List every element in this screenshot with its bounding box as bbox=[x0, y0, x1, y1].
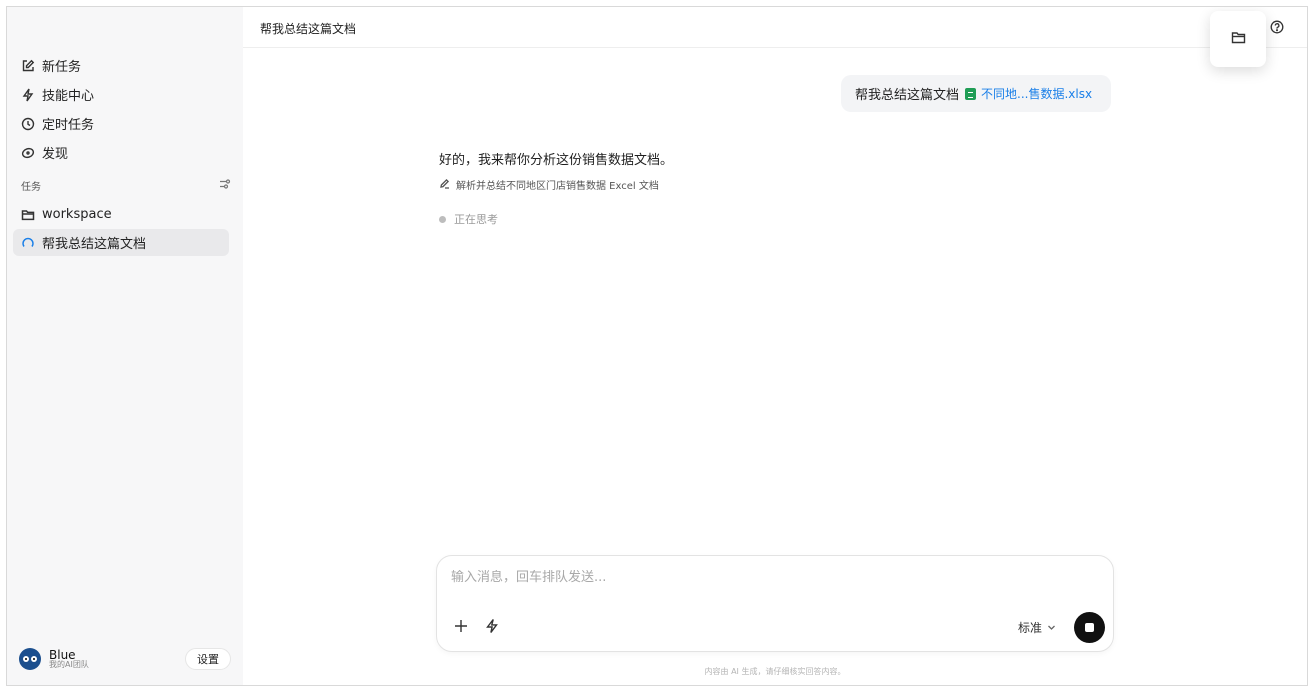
sidebar-item-label: 技能中心 bbox=[42, 89, 95, 104]
mode-label: 标准 bbox=[1018, 621, 1043, 635]
filter-icon[interactable] bbox=[219, 178, 231, 193]
plus-icon bbox=[455, 620, 467, 632]
ai-disclaimer: 内容由 AI 生成，请仔细核实回答内容。 bbox=[704, 667, 846, 676]
top-bar: 帮我总结这篇文档 bbox=[243, 7, 1307, 48]
loading-spinner-icon bbox=[21, 236, 35, 250]
thinking-dot-icon bbox=[439, 215, 446, 223]
assistant-message-text: 好的，我来帮你分析这份销售数据文档。 bbox=[439, 153, 674, 168]
bolt-icon bbox=[486, 619, 498, 633]
sidebar-item-new-task[interactable]: 新任务 bbox=[13, 51, 229, 80]
task-item-label: 帮我总结这篇文档 bbox=[42, 237, 147, 252]
sidebar-nav: 新任务 技能中心 定时任务 发现 bbox=[13, 51, 229, 167]
stop-button[interactable] bbox=[1074, 612, 1105, 643]
message-composer: 标准 bbox=[436, 555, 1114, 652]
chevron-down-icon bbox=[1048, 625, 1055, 630]
edit-icon bbox=[21, 59, 35, 73]
mode-select[interactable]: 标准 bbox=[1018, 619, 1056, 636]
user-message-text: 帮我总结这篇文档 bbox=[855, 88, 960, 103]
xlsx-file-icon bbox=[965, 87, 977, 100]
attached-file-name: 不同地...售数据.xlsx bbox=[981, 87, 1093, 101]
add-attachment-button[interactable] bbox=[453, 618, 469, 634]
folder-icon bbox=[1231, 30, 1246, 49]
step-text: 解析并总结不同地区门店销售数据 Excel 文档 bbox=[456, 181, 659, 192]
folder-icon bbox=[21, 208, 35, 222]
sidebar-item-label: 定时任务 bbox=[42, 118, 95, 133]
section-title: 任务 bbox=[21, 181, 41, 193]
folder-button[interactable] bbox=[1210, 11, 1266, 67]
user-subtitle: 我的AI团队 bbox=[49, 660, 89, 670]
attached-file-chip[interactable]: 不同地...售数据.xlsx bbox=[965, 85, 1092, 102]
task-item-summarize-doc[interactable]: 帮我总结这篇文档 bbox=[13, 229, 229, 256]
avatar bbox=[19, 648, 41, 670]
task-item-workspace[interactable]: workspace bbox=[13, 201, 229, 228]
clock-icon bbox=[21, 117, 35, 131]
app-window: 新任务 技能中心 定时任务 发现 任务 workspace 帮我总结这篇文档 B… bbox=[6, 6, 1308, 686]
sidebar-item-label: 发现 bbox=[42, 147, 69, 162]
tasks-section-header: 任务 bbox=[21, 177, 231, 193]
sidebar: 新任务 技能中心 定时任务 发现 任务 workspace 帮我总结这篇文档 B… bbox=[7, 7, 243, 685]
assistant-step: 解析并总结不同地区门店销售数据 Excel 文档 bbox=[439, 177, 659, 192]
thinking-text: 正在思考 bbox=[454, 213, 498, 226]
pencil-icon bbox=[439, 178, 456, 192]
page-title: 帮我总结这篇文档 bbox=[260, 22, 357, 36]
stop-icon bbox=[1085, 623, 1094, 632]
task-list: workspace 帮我总结这篇文档 bbox=[13, 201, 229, 257]
message-input[interactable] bbox=[451, 570, 1051, 585]
task-item-label: workspace bbox=[42, 207, 112, 222]
sidebar-item-label: 新任务 bbox=[42, 60, 82, 75]
sidebar-item-scheduled[interactable]: 定时任务 bbox=[13, 109, 229, 138]
main-area: 帮我总结这篇文档 帮我总结这篇文档 不同地...售数据.xlsx 好的，我来帮你… bbox=[243, 7, 1307, 685]
bolt-icon bbox=[21, 88, 35, 102]
settings-button[interactable]: 设置 bbox=[185, 648, 231, 670]
skills-button[interactable] bbox=[484, 618, 500, 634]
user-message-bubble: 帮我总结这篇文档 不同地...售数据.xlsx bbox=[841, 75, 1111, 112]
compass-icon bbox=[21, 146, 35, 160]
sidebar-item-skills[interactable]: 技能中心 bbox=[13, 80, 229, 109]
thinking-indicator: 正在思考 bbox=[439, 211, 498, 227]
help-icon[interactable] bbox=[1270, 20, 1284, 34]
sidebar-item-discover[interactable]: 发现 bbox=[13, 138, 229, 167]
user-profile[interactable]: Blue 我的AI团队 设置 bbox=[19, 645, 231, 673]
